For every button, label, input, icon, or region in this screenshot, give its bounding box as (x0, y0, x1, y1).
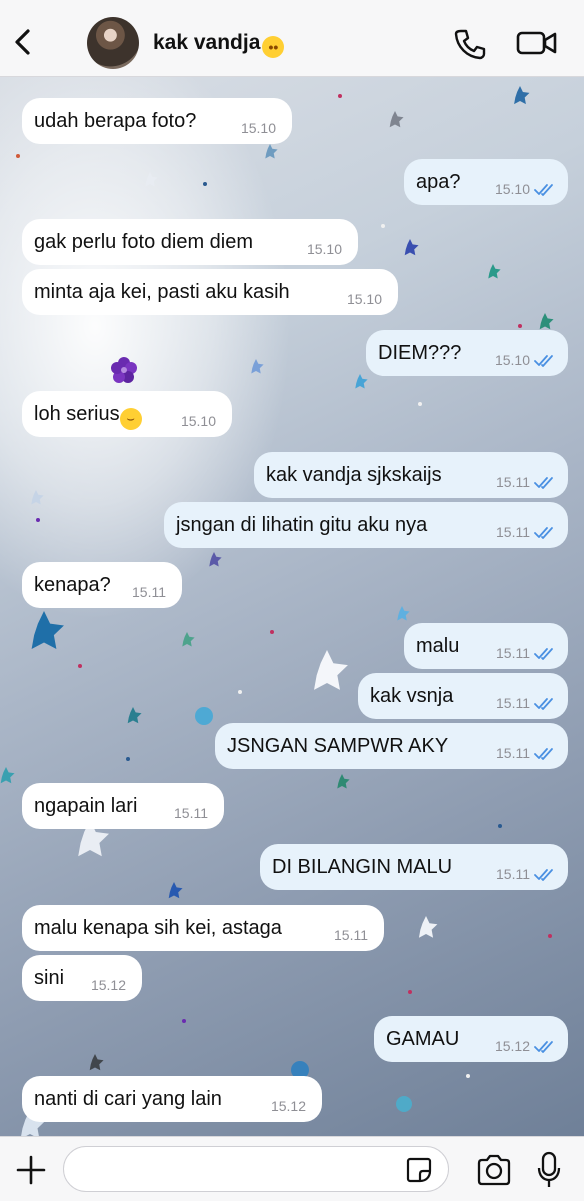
incoming-message-bubble[interactable]: sini 15.12 (22, 955, 142, 1001)
message-text-content: udah berapa foto? (34, 110, 197, 132)
outgoing-message-bubble[interactable]: apa? 15.10 (404, 159, 568, 205)
read-receipt-icon (534, 869, 553, 881)
message-timestamp: 15.10 (494, 352, 530, 368)
message-text: sini (34, 967, 64, 990)
read-receipt-icon (534, 527, 553, 539)
contact-name[interactable]: kak vandja •• (153, 31, 285, 58)
read-receipt-icon (534, 698, 553, 710)
message-text: GAMAU (386, 1028, 459, 1051)
message-timestamp: 15.11 (496, 866, 530, 882)
chat-area[interactable]: udah berapa foto? 15.10 apa? 15.10 gak perlu… (0, 76, 584, 1136)
outgoing-message-bubble[interactable]: GAMAU 15.12 (374, 1016, 568, 1062)
message-text: DI BILANGIN MALU (272, 856, 452, 879)
incoming-message-bubble[interactable]: nanti di cari yang lain 15.12 (22, 1076, 322, 1122)
message-text: malu (416, 635, 459, 658)
read-receipt-icon (534, 648, 553, 660)
message-timestamp: 15.11 (496, 645, 530, 661)
message-text: kak vandja sjkskaijs (266, 464, 442, 487)
message-timestamp: 15.11 (496, 695, 530, 711)
outgoing-message-bubble[interactable]: jsngan di lihatin gitu aku nya 15.11 (164, 502, 568, 548)
message-text: loh serius ⌣ (34, 403, 142, 430)
incoming-message-bubble[interactable]: minta aja kei, pasti aku kasih 15.10 (22, 269, 398, 315)
message-text: kenapa? (34, 574, 111, 597)
message-timestamp: 15.12 (90, 977, 126, 993)
microphone-icon[interactable] (536, 1151, 562, 1189)
message-text: minta aja kei, pasti aku kasih (34, 281, 290, 304)
message-timestamp: 15.12 (270, 1098, 306, 1114)
message-text-content: sini (34, 967, 65, 989)
outgoing-message-bubble[interactable]: JSNGAN SAMPWR AKY 15.11 (215, 723, 568, 769)
message-text-content: ngapain lari (34, 795, 138, 817)
contact-name-text: kak vandja (153, 31, 261, 54)
message-timestamp: 15.10 (240, 120, 276, 136)
message-text-content: DIEM??? (378, 342, 462, 364)
incoming-message-bubble[interactable]: udah berapa foto? 15.10 (22, 98, 292, 144)
message-timestamp: 15.10 (180, 413, 216, 429)
read-receipt-icon (534, 355, 553, 367)
message-timestamp: 15.11 (496, 745, 530, 761)
message-timestamp: 15.12 (494, 1038, 530, 1054)
message-text: DIEM??? (378, 342, 461, 365)
composer-bar (0, 1136, 584, 1201)
camera-icon[interactable] (476, 1154, 512, 1186)
message-timestamp: 15.10 (306, 241, 342, 257)
message-text-content: minta aja kei, pasti aku kasih (34, 281, 290, 303)
message-text: JSNGAN SAMPWR AKY (227, 735, 448, 758)
message-text: gak perlu foto diem diem (34, 231, 253, 254)
incoming-message-bubble[interactable]: ngapain lari 15.11 (22, 783, 224, 829)
message-timestamp: 15.11 (132, 584, 166, 600)
message-text-content: kak vandja sjkskaijs (266, 464, 442, 486)
message-text-content: malu kenapa sih kei, astaga (34, 917, 282, 939)
incoming-message-bubble[interactable]: malu kenapa sih kei, astaga 15.11 (22, 905, 384, 951)
message-text-content: jsngan di lihatin gitu aku nya (176, 514, 428, 536)
message-text: apa? (416, 171, 461, 194)
message-text-content: gak perlu foto diem diem (34, 231, 254, 253)
message-text-content: GAMAU (386, 1028, 460, 1050)
message-text: malu kenapa sih kei, astaga (34, 917, 282, 940)
sticker-icon[interactable] (405, 1156, 433, 1184)
incoming-message-bubble[interactable]: gak perlu foto diem diem 15.10 (22, 219, 358, 265)
message-text-content: loh serius (34, 403, 120, 425)
message-text-content: nanti di cari yang lain (34, 1088, 222, 1110)
message-text-content: malu (416, 635, 460, 657)
message-timestamp: 15.11 (496, 474, 530, 490)
plus-icon[interactable] (14, 1153, 48, 1187)
message-text: kak vsnja (370, 685, 453, 708)
read-receipt-icon (534, 184, 553, 196)
incoming-message-bubble[interactable]: loh serius ⌣ 15.10 (22, 391, 232, 437)
message-timestamp: 15.11 (496, 524, 530, 540)
message-text: nanti di cari yang lain (34, 1088, 222, 1111)
read-receipt-icon (534, 477, 553, 489)
incoming-message-bubble[interactable]: kenapa? 15.11 (22, 562, 182, 608)
message-text-content: kak vsnja (370, 685, 454, 707)
read-receipt-icon (534, 1041, 553, 1053)
outgoing-message-bubble[interactable]: DI BILANGIN MALU 15.11 (260, 844, 568, 890)
message-text-content: DI BILANGIN MALU (272, 856, 453, 878)
message-text: ngapain lari (34, 795, 137, 818)
message-timestamp: 15.11 (174, 805, 208, 821)
outgoing-message-bubble[interactable]: DIEM??? 15.10 (366, 330, 568, 376)
phone-icon[interactable] (452, 26, 488, 62)
outgoing-message-bubble[interactable]: kak vsnja 15.11 (358, 673, 568, 719)
laughing-emoji: ⌣ (119, 408, 142, 430)
message-timestamp: 15.11 (334, 927, 368, 943)
message-timestamp: 15.10 (494, 181, 530, 197)
message-input[interactable] (63, 1146, 449, 1192)
message-text: udah berapa foto? (34, 110, 196, 133)
flushed-emoji: •• (262, 36, 285, 58)
avatar[interactable] (87, 17, 139, 69)
chevron-left-icon[interactable] (8, 22, 38, 62)
flower-sticker (111, 357, 137, 383)
outgoing-message-bubble[interactable]: kak vandja sjkskaijs 15.11 (254, 452, 568, 498)
outgoing-message-bubble[interactable]: malu 15.11 (404, 623, 568, 669)
message-text-content: apa? (416, 171, 461, 193)
chat-header: kak vandja •• (0, 0, 584, 77)
message-timestamp: 15.10 (346, 291, 382, 307)
message-text: jsngan di lihatin gitu aku nya (176, 514, 427, 537)
message-text-content: kenapa? (34, 574, 111, 596)
message-text-content: JSNGAN SAMPWR AKY (227, 735, 449, 757)
video-camera-icon[interactable] (516, 28, 558, 58)
read-receipt-icon (534, 748, 553, 760)
